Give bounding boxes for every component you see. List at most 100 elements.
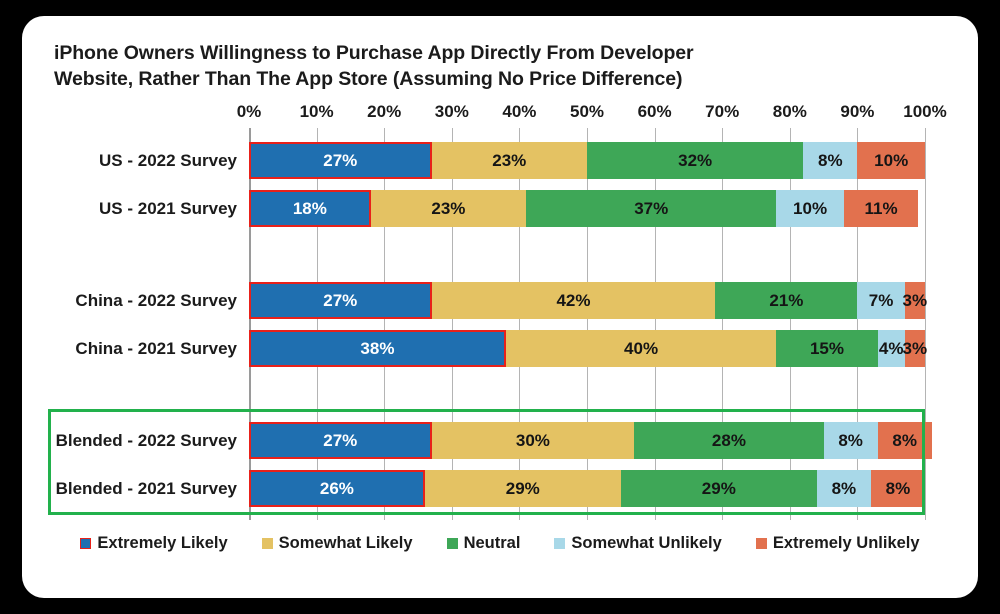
gridline-70 (722, 128, 724, 520)
legend-item[interactable]: Extremely Unlikely (755, 534, 920, 553)
bar-segment-value: 27% (323, 290, 358, 310)
bar-segment-value: 40% (624, 338, 659, 358)
bar-row: US - 2022 Survey 27% 23% 32% 8% 10% (99, 142, 925, 179)
chart-title: iPhone Owners Willingness to Purchase Ap… (54, 40, 774, 92)
bar-segment-neutral[interactable]: 32% (587, 142, 804, 179)
gridline-30 (451, 128, 453, 520)
legend-swatch-icon (554, 538, 566, 549)
gridline-80 (789, 128, 791, 520)
bar-segment-value: 23% (492, 150, 527, 170)
bar-segment-value: 4% (878, 338, 904, 358)
gridline-0 (249, 128, 251, 520)
bar-segment-extremely-unlikely[interactable]: 3% (903, 282, 927, 319)
bar-segment-value: 11% (864, 198, 898, 218)
bar-segment-somewhat-unlikely[interactable]: 8% (823, 422, 878, 459)
bar-segment-neutral[interactable]: 15% (776, 330, 878, 367)
legend-item[interactable]: Somewhat Likely (261, 534, 413, 553)
gridline-10 (316, 128, 318, 520)
bar-segment-extremely-likely[interactable]: 27% (249, 142, 432, 179)
x-tick-label-80: 80% (772, 102, 807, 121)
bar-segment-neutral[interactable]: 29% (620, 470, 817, 507)
bar-segment-value: 26% (319, 478, 354, 498)
bar-segment-value: 10% (793, 198, 828, 218)
gridline-20 (384, 128, 386, 520)
bar-segment-extremely-likely[interactable]: 18% (249, 190, 371, 227)
bar-segment-value: 8% (892, 430, 917, 450)
bar-segment-value: 18% (292, 198, 327, 218)
legend-label: Somewhat Likely (278, 534, 413, 552)
bar-segment-value: 29% (505, 478, 540, 498)
bar-segment-extremely-unlikely[interactable]: 8% (877, 422, 932, 459)
gridline-60 (654, 128, 656, 520)
bar-segment-somewhat-unlikely[interactable]: 4% (877, 330, 905, 367)
bar-segment-extremely-unlikely[interactable]: 10% (857, 142, 925, 179)
bar-segment-somewhat-likely[interactable]: 40% (505, 330, 777, 367)
plot-area: 0% 10% 20% 30% 40% 50% 60% 70% 80% 90% 100% (237, 102, 947, 520)
x-tick-label-0: 0% (236, 102, 262, 121)
bar-segment-extremely-likely[interactable]: 27% (249, 422, 432, 459)
bar-segment-value: 37% (634, 198, 669, 218)
bar-segment-extremely-unlikely[interactable]: 8% (870, 470, 925, 507)
bar-segment-neutral[interactable]: 28% (634, 422, 824, 459)
bar-segment-somewhat-likely[interactable]: 42% (431, 282, 716, 319)
bar-segment-value: 8% (838, 430, 863, 450)
x-tick-label-30: 30% (434, 102, 469, 121)
bar-segment-somewhat-likely[interactable]: 23% (431, 142, 587, 179)
bar-segment-neutral[interactable]: 21% (715, 282, 858, 319)
chart-card: iPhone Owners Willingness to Purchase Ap… (22, 16, 978, 598)
x-tick-label-90: 90% (840, 102, 875, 121)
gridline-100 (925, 128, 926, 520)
legend-swatch-icon (261, 538, 273, 549)
chart-title-line-2: Website, Rather Than The App Store (Assu… (54, 68, 683, 90)
row-label-china-2021-survey: China - 2021 Survey (75, 338, 237, 358)
bar-segment-extremely-unlikely[interactable]: 3% (902, 330, 928, 367)
x-tick-label-100: 100% (903, 102, 947, 121)
bar-segment-somewhat-unlikely[interactable]: 8% (803, 142, 858, 179)
bar-segment-somewhat-unlikely[interactable]: 10% (776, 190, 844, 227)
bar-segment-value: 28% (711, 430, 746, 450)
bar-segment-somewhat-unlikely[interactable]: 8% (816, 470, 871, 507)
bar-segment-extremely-likely[interactable]: 38% (249, 330, 506, 367)
bar-segment-value: 42% (556, 290, 591, 310)
bar-segment-extremely-likely[interactable]: 26% (249, 470, 425, 507)
bar-segment-somewhat-likely[interactable]: 30% (431, 422, 635, 459)
row-label-us-2022-survey: US - 2022 Survey (99, 150, 237, 170)
legend-item[interactable]: Extremely Likely (80, 534, 228, 553)
x-tick-label-10: 10% (299, 102, 334, 121)
x-tick-label-40: 40% (502, 102, 537, 121)
bar-segment-somewhat-unlikely[interactable]: 7% (857, 282, 905, 319)
legend-item[interactable]: Somewhat Unlikely (554, 534, 722, 553)
bar-segment-value: 3% (902, 338, 928, 358)
chart-title-line-1: iPhone Owners Willingness to Purchase Ap… (54, 42, 694, 64)
gridline-40 (519, 128, 521, 520)
bar-segment-value: 30% (515, 430, 550, 450)
row-label-us-2021-survey: US - 2021 Survey (99, 198, 237, 218)
bar-segment-value: 8% (818, 150, 843, 170)
bar-row: Blended - 2022 Survey 27% 30% 28% 8% 8% (56, 422, 932, 459)
bar-row: China - 2022 Survey 27% 42% 21% 7% 3% (75, 282, 927, 319)
legend-swatch-icon (80, 538, 92, 549)
legend-label: Neutral (463, 534, 521, 552)
legend-swatch-icon (755, 538, 767, 549)
bar-segment-somewhat-likely[interactable]: 29% (424, 470, 621, 507)
row-label-china-2022-survey: China - 2022 Survey (75, 290, 237, 310)
bar-row: China - 2021 Survey 38% 40% 15% 4% 3% (75, 330, 928, 367)
x-tick-label-50: 50% (569, 102, 605, 121)
row-label-blended-2022-survey: Blended - 2022 Survey (55, 430, 237, 450)
bar-segment-value: 7% (868, 290, 894, 310)
bar-segment-value: 23% (431, 198, 466, 218)
bar-segment-extremely-likely[interactable]: 27% (249, 282, 432, 319)
legend-label: Somewhat Unlikely (571, 534, 722, 552)
bar-segment-value: 15% (809, 338, 844, 358)
bar-segment-value: 32% (678, 150, 713, 170)
bar-segment-extremely-unlikely[interactable]: 11% (843, 190, 919, 227)
bar-segment-value: 27% (323, 430, 358, 450)
bar-segment-somewhat-likely[interactable]: 23% (370, 190, 527, 227)
legend-item[interactable]: Neutral (446, 534, 521, 553)
bar-segment-neutral[interactable]: 37% (526, 190, 777, 227)
x-tick-label-20: 20% (367, 102, 402, 121)
gridline-50 (587, 128, 588, 520)
bar-row: Blended - 2021 Survey 26% 29% 29% 8% 8% (56, 470, 925, 507)
legend-label: Extremely Likely (97, 534, 228, 552)
bar-segment-value: 38% (360, 338, 395, 358)
